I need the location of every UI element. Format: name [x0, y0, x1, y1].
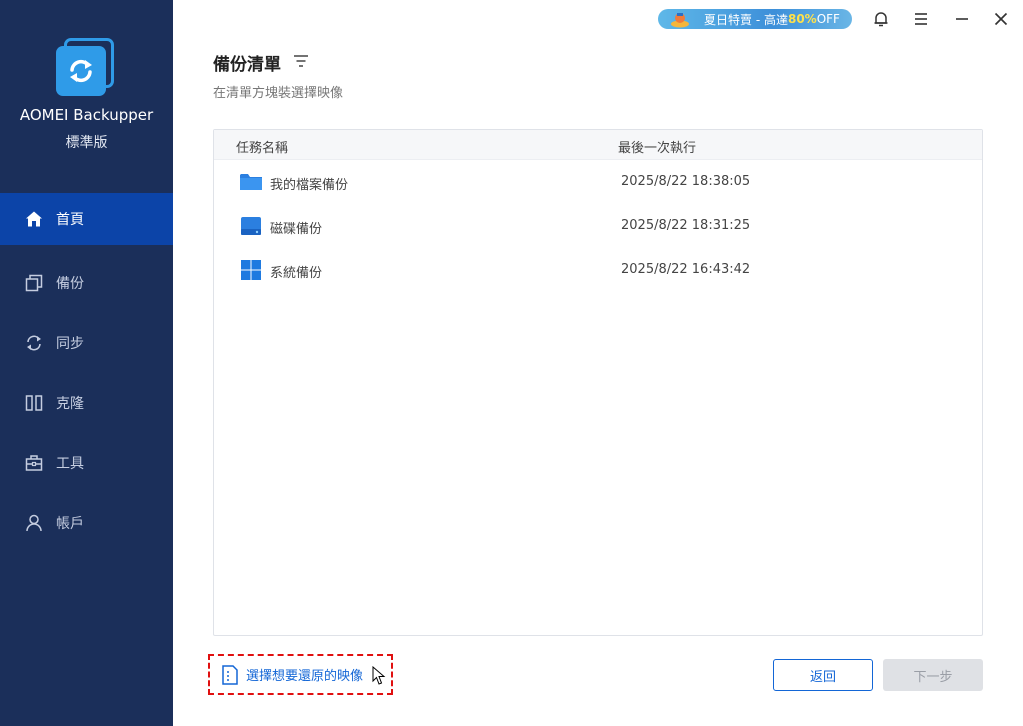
table-row[interactable]: 磁碟備份 2025/8/22 18:31:25: [214, 204, 982, 248]
promo-banner[interactable]: 夏日特賣 - 高達 80% OFF: [658, 9, 852, 29]
close-button[interactable]: [990, 8, 1012, 30]
select-image-label: 選擇想要還原的映像: [246, 669, 364, 684]
row-name: 磁碟備份: [270, 222, 323, 237]
menu-icon: [915, 13, 927, 25]
sidebar-item-home[interactable]: 首頁: [0, 193, 173, 245]
backup-list: 任務名稱 最後一次執行 我的檔案備份 2025/8/22 18:38:05 磁碟…: [213, 129, 983, 636]
image-file-icon: [222, 664, 238, 685]
backup-icon: [24, 273, 44, 293]
sidebar-item-label: 帳戶: [56, 516, 84, 532]
app-logo-icon: [56, 38, 116, 98]
account-icon: [24, 513, 44, 533]
windows-icon: [240, 260, 262, 280]
tools-icon: [24, 453, 44, 473]
app-edition: 標準版: [65, 135, 108, 151]
promo-highlight: 80%: [787, 12, 817, 26]
sidebar: AOMEI Backupper 標準版 首頁 備份 同步 克隆 工具 帳戶: [0, 0, 173, 726]
mouse-cursor-icon: [372, 665, 386, 686]
row-name: 我的檔案備份: [270, 178, 349, 193]
minimize-button[interactable]: [951, 8, 973, 30]
table-row[interactable]: 我的檔案備份 2025/8/22 18:38:05: [214, 160, 982, 204]
sidebar-item-label: 工具: [56, 456, 84, 472]
sidebar-item-label: 首頁: [56, 212, 84, 228]
bell-icon: [874, 12, 888, 27]
promo-prefix: 夏日特賣 - 高達: [704, 12, 788, 27]
column-header-name: 任務名稱: [236, 141, 289, 156]
sidebar-item-label: 同步: [56, 336, 84, 352]
sidebar-item-clone[interactable]: 克隆: [0, 373, 173, 433]
row-time: 2025/8/22 18:38:05: [621, 174, 751, 189]
next-button[interactable]: 下一步: [883, 659, 983, 691]
page-title: 備份清單: [213, 55, 281, 75]
sidebar-item-label: 備份: [56, 276, 84, 292]
page-subtitle: 在清單方塊裝選擇映像: [213, 86, 344, 101]
sidebar-item-backup[interactable]: 備份: [0, 253, 173, 313]
table-row[interactable]: 系統備份 2025/8/22 16:43:42: [214, 248, 982, 292]
folder-icon: [240, 172, 262, 192]
sidebar-nav: 首頁 備份 同步 克隆 工具 帳戶: [0, 193, 173, 553]
close-icon: [994, 12, 1008, 26]
home-icon: [24, 209, 44, 229]
filter-icon[interactable]: [293, 53, 309, 67]
menu-button[interactable]: [910, 8, 932, 30]
row-time: 2025/8/22 18:31:25: [621, 218, 751, 233]
back-button[interactable]: 返回: [773, 659, 873, 691]
clone-icon: [24, 393, 44, 413]
sync-icon: [24, 333, 44, 353]
row-name: 系統備份: [270, 266, 323, 281]
select-image-link[interactable]: 選擇想要還原的映像: [208, 654, 393, 695]
disk-icon: [240, 216, 262, 236]
row-time: 2025/8/22 16:43:42: [621, 262, 751, 277]
promo-gift-icon: [670, 10, 690, 28]
minimize-icon: [956, 18, 968, 20]
sidebar-item-label: 克隆: [56, 396, 84, 412]
sidebar-item-sync[interactable]: 同步: [0, 313, 173, 373]
app-name: AOMEI Backupper: [19, 106, 154, 124]
column-header-last-run: 最後一次執行: [618, 141, 697, 156]
sidebar-item-tools[interactable]: 工具: [0, 433, 173, 493]
promo-suffix: OFF: [816, 12, 840, 26]
sidebar-item-account[interactable]: 帳戶: [0, 493, 173, 553]
list-header: 任務名稱 最後一次執行: [214, 130, 982, 160]
notification-button[interactable]: [870, 8, 892, 30]
